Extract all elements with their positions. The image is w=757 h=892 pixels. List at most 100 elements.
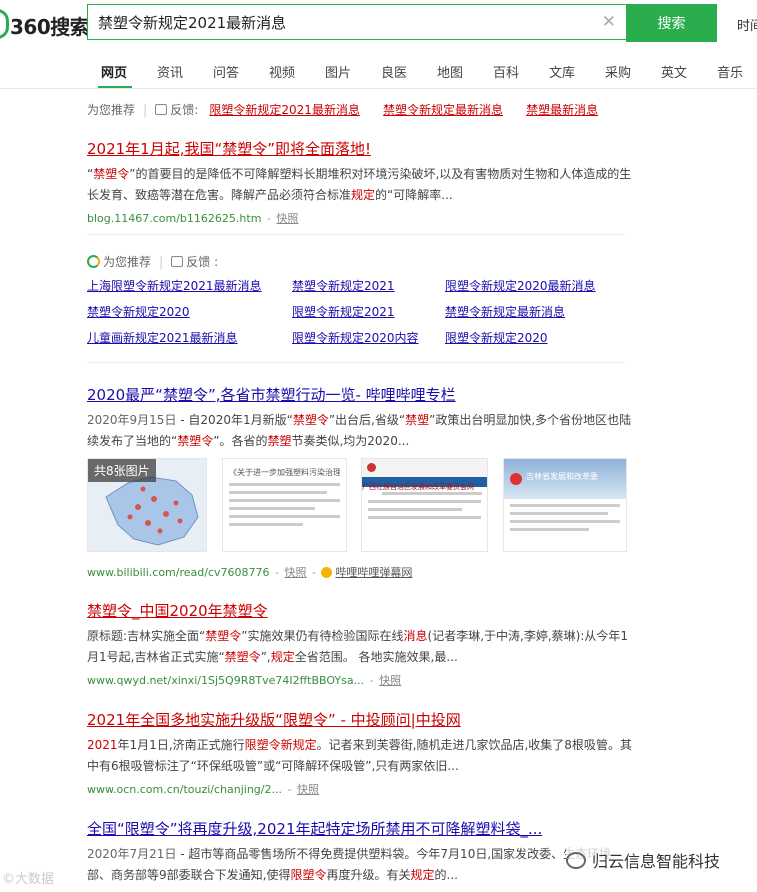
doc-line <box>229 507 316 510</box>
tab-video[interactable]: 视频 <box>269 62 295 81</box>
snapshot-link[interactable]: 快照 <box>379 674 401 687</box>
tab-baike[interactable]: 百科 <box>493 62 519 81</box>
search-box: ✕ <box>87 4 626 40</box>
feedback-icon <box>155 104 168 115</box>
separator: - <box>283 783 295 796</box>
image-site-banner: 广西壮族自治区发展和改革委员会网 <box>362 459 487 491</box>
logo-mark-icon <box>0 9 9 39</box>
result-image-doc[interactable]: 《关于进一步加强塑料污染治理的 <box>222 458 347 552</box>
result-image-jldrc[interactable]: 吉林省发展和改革委 <box>503 458 627 552</box>
tab-web[interactable]: 网页 <box>101 62 127 81</box>
snapshot-link[interactable]: 快照 <box>284 566 306 579</box>
tab-music[interactable]: 音乐 <box>717 62 743 81</box>
separator: - <box>263 212 275 225</box>
close-icon[interactable]: ✕ <box>602 13 616 31</box>
recommend-link[interactable]: 限塑令新规定2021最新消息 <box>209 103 360 117</box>
result-title[interactable]: 2021年1月起,我国“禁塑令”即将全面落地! <box>87 138 632 159</box>
result-url[interactable]: www.ocn.com.cn/touzi/chanjing/2... <box>87 783 282 796</box>
feedback-link[interactable]: 反馈 <box>170 103 194 117</box>
snapshot-link[interactable]: 快照 <box>276 212 298 225</box>
image-site-title: 广西壮族自治区发展和改革委员会网 <box>362 483 474 491</box>
result-title[interactable]: 2020最严“禁塑令”,各省市禁塑行动一览- 哔哩哔哩专栏 <box>87 384 632 405</box>
snapshot-link[interactable]: 快照 <box>297 783 319 796</box>
result-snippet: 原标题:吉林实施全面“禁塑令”实施效果仍有待检验国际在线消息(记者李琳,于中涛,… <box>87 629 629 664</box>
search-result: 全国“限塑令”将再度升级,2021年起特定场所禁用不可降解塑料袋_... 202… <box>87 818 632 886</box>
tab-library[interactable]: 文库 <box>549 62 575 81</box>
result-url[interactable]: blog.11467.com/b1162625.htm <box>87 212 261 225</box>
image-doc-title: 《关于进一步加强塑料污染治理的 <box>229 468 340 477</box>
nav-divider <box>0 88 757 89</box>
feedback-link[interactable]: 反馈 : <box>186 255 218 269</box>
result-snippet: 2020年9月15日 - 自2020年1月新版“禁塑令”出台后,省级“禁塑”政策… <box>87 413 632 448</box>
recommend-grid-link[interactable]: 禁塑令新规定2020 <box>87 303 190 320</box>
image-site-title: 吉林省发展和改革委 <box>526 472 598 481</box>
doc-line <box>368 516 481 519</box>
result-image-map[interactable]: 共8张图片 <box>87 458 207 552</box>
tab-map[interactable]: 地图 <box>437 62 463 81</box>
recommend-label: 为您推荐 <box>87 103 136 117</box>
recommend-grid-link[interactable]: 上海限塑令新规定2021最新消息 <box>87 277 262 294</box>
doc-line <box>510 528 590 531</box>
doc-line <box>229 523 303 526</box>
result-snippet: 2020年7月21日 - 超市等商品零售场所不得免费提供塑料袋。今年7月10日,… <box>87 847 612 882</box>
search-result: 2020最严“禁塑令”,各省市禁塑行动一览- 哔哩哔哩专栏 2020年9月15日… <box>87 384 632 452</box>
time-filter-button[interactable]: 时间 <box>737 15 757 34</box>
recommend-grid-link[interactable]: 限塑令新规定2020 <box>445 329 548 346</box>
search-result: 2021年全国多地实施升级版“限塑令” - 中投顾问|中投网 2021年1月1日… <box>87 709 632 797</box>
tab-doctor[interactable]: 良医 <box>381 62 407 81</box>
recommend-link[interactable]: 禁塑令新规定最新消息 <box>383 103 503 117</box>
image-count-label: 共8张图片 <box>88 459 156 482</box>
separator: - <box>308 566 320 579</box>
divider: | <box>143 103 148 117</box>
doc-line <box>368 508 462 511</box>
tab-news[interactable]: 资讯 <box>157 62 183 81</box>
result-title[interactable]: 禁塑令_中国2020年禁塑令 <box>87 600 632 621</box>
result-url[interactable]: www.qwyd.net/xinxi/1Sj5Q9R8Tve74I2fftBBO… <box>87 674 364 687</box>
search-result: 禁塑令_中国2020年禁塑令 原标题:吉林实施全面“禁塑令”实施效果仍有待检验国… <box>87 600 632 688</box>
search-button[interactable]: 搜索 <box>626 4 717 42</box>
result-date: 2020年7月21日 <box>87 847 177 861</box>
search-input[interactable] <box>98 5 588 39</box>
top-search-bar: 360搜索 ✕ 搜索 时间 <box>0 0 757 50</box>
result-meta: www.qwyd.net/xinxi/1Sj5Q9R8Tve74I2fftBBO… <box>87 672 632 688</box>
result-title[interactable]: 2021年全国多地实施升级版“限塑令” - 中投顾问|中投网 <box>87 709 632 730</box>
tab-qa[interactable]: 问答 <box>213 62 239 81</box>
logo[interactable]: 360搜索 <box>0 9 90 40</box>
recommend-grid-link[interactable]: 禁塑令新规定最新消息 <box>445 303 565 320</box>
divider <box>87 234 625 235</box>
tab-images[interactable]: 图片 <box>325 62 351 81</box>
recommend-link[interactable]: 禁塑最新消息 <box>526 103 598 117</box>
doc-line <box>510 512 608 515</box>
source-link[interactable]: 哔哩哔哩弹幕网 <box>335 566 412 579</box>
separator: - <box>366 674 378 687</box>
divider <box>87 362 625 363</box>
doc-line <box>368 500 481 503</box>
divider: | <box>159 255 164 269</box>
result-title[interactable]: 全国“限塑令”将再度升级,2021年起特定场所禁用不可降解塑料袋_... <box>87 818 632 839</box>
watermark-right-text: 归云信息智能科技 <box>592 852 721 871</box>
separator: - <box>271 566 283 579</box>
doc-line <box>229 515 340 518</box>
emblem-icon <box>367 463 376 472</box>
result-image-gxdrc[interactable]: 广西壮族自治区发展和改革委员会网 <box>361 458 488 552</box>
result-meta: blog.11467.com/b1162625.htm - 快照 <box>87 210 632 226</box>
logo-text: 360搜索 <box>10 15 90 39</box>
recommend-grid-link[interactable]: 限塑令新规定2020内容 <box>292 329 419 346</box>
tab-english[interactable]: 英文 <box>661 62 687 81</box>
image-site-header: 吉林省发展和改革委 <box>504 459 626 499</box>
tab-procurement[interactable]: 采购 <box>605 62 631 81</box>
doc-line <box>229 499 340 502</box>
recommend-circle-icon <box>87 255 100 268</box>
top-recommend-bar: 为您推荐 | 反馈: 限塑令新规定2021最新消息 禁塑令新规定最新消息 禁塑最… <box>87 99 598 118</box>
wechat-icon <box>566 852 586 869</box>
search-result: 2021年1月起,我国“禁塑令”即将全面落地! “禁塑令”的首要目的是降低不可降… <box>87 138 632 226</box>
recommend-grid-link[interactable]: 儿童画新规定2021最新消息 <box>87 329 238 346</box>
recommend-grid-link[interactable]: 禁塑令新规定2021 <box>292 277 395 294</box>
recommend-grid-link[interactable]: 限塑令新规定2020最新消息 <box>445 277 596 294</box>
result-url[interactable]: www.bilibili.com/read/cv7608776 <box>87 566 270 579</box>
doc-line <box>510 504 620 507</box>
watermark-right: 归云信息智能科技 <box>566 848 721 872</box>
doc-line <box>510 520 620 523</box>
result-meta: www.ocn.com.cn/touzi/chanjing/2... - 快照 <box>87 781 632 797</box>
recommend-grid-link[interactable]: 限塑令新规定2021 <box>292 303 395 320</box>
